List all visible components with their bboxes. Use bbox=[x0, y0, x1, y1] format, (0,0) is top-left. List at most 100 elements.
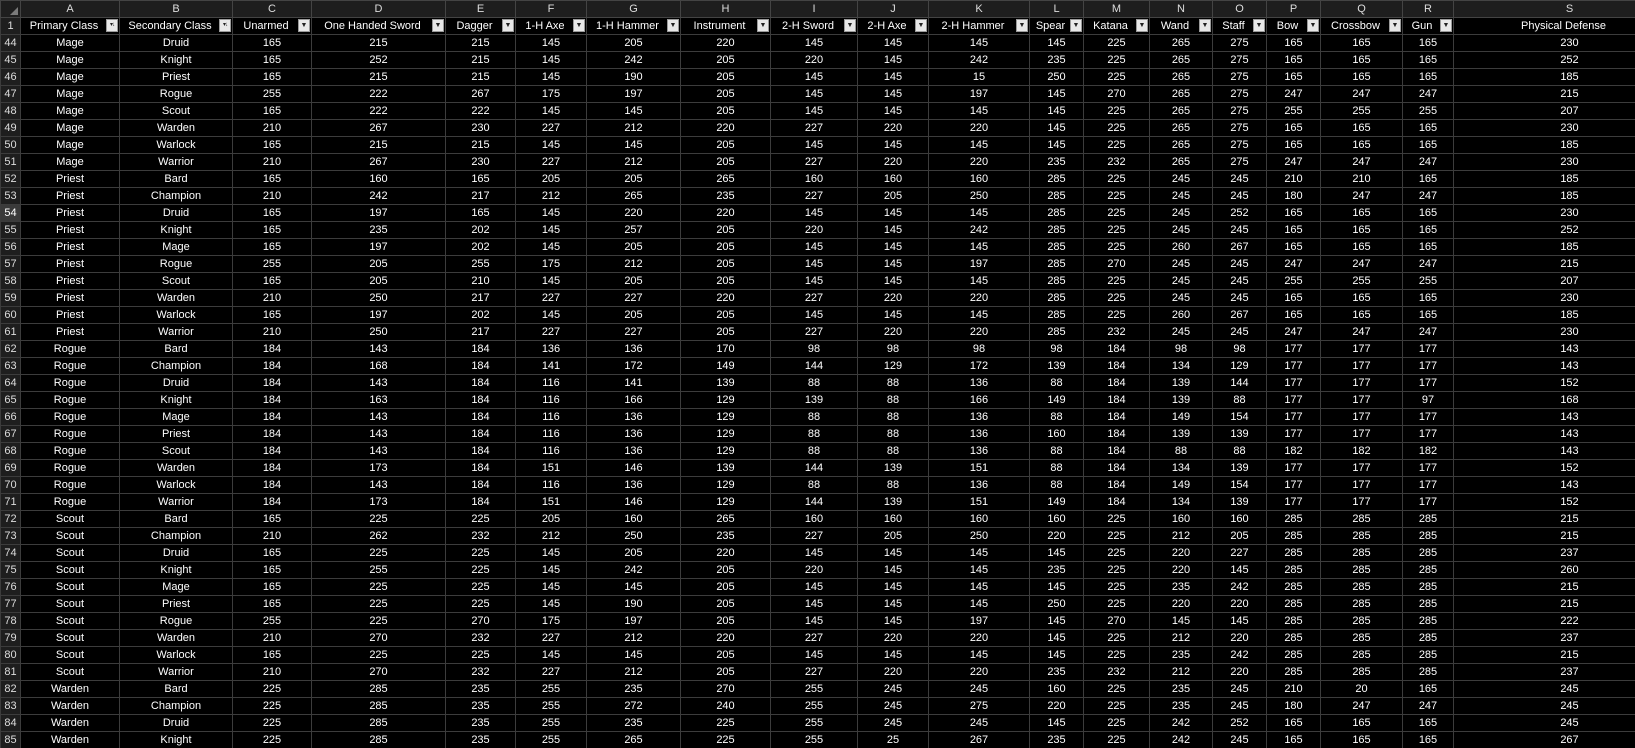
table-cell[interactable]: 136 bbox=[928, 476, 1030, 494]
table-cell[interactable]: 210 bbox=[232, 153, 312, 171]
table-cell[interactable]: Scout bbox=[20, 578, 120, 596]
table-cell[interactable]: 225 bbox=[445, 646, 516, 664]
table-cell[interactable]: 185 bbox=[1453, 136, 1635, 154]
table-cell[interactable]: 215 bbox=[445, 34, 516, 52]
table-cell[interactable]: 184 bbox=[1083, 340, 1150, 358]
table-cell[interactable]: 240 bbox=[680, 697, 771, 715]
table-cell[interactable]: 165 bbox=[1266, 204, 1321, 222]
table-cell[interactable]: 220 bbox=[680, 544, 771, 562]
table-cell[interactable]: 225 bbox=[232, 714, 312, 732]
table-cell[interactable]: Mage bbox=[119, 408, 233, 426]
table-cell[interactable]: 275 bbox=[1212, 34, 1267, 52]
table-cell[interactable]: 285 bbox=[1029, 289, 1084, 307]
table-cell[interactable]: Rogue bbox=[20, 374, 120, 392]
row-number[interactable]: 79 bbox=[0, 629, 21, 647]
table-cell[interactable]: 149 bbox=[1149, 476, 1213, 494]
table-cell[interactable]: 177 bbox=[1402, 459, 1454, 477]
row-number[interactable]: 55 bbox=[0, 221, 21, 239]
table-cell[interactable]: 220 bbox=[857, 289, 929, 307]
table-cell[interactable]: 160 bbox=[928, 510, 1030, 528]
table-cell[interactable]: 145 bbox=[770, 272, 858, 290]
table-cell[interactable]: 184 bbox=[1083, 374, 1150, 392]
table-cell[interactable]: 242 bbox=[928, 51, 1030, 69]
table-cell[interactable]: 285 bbox=[1266, 629, 1321, 647]
table-cell[interactable]: Priest bbox=[20, 272, 120, 290]
column-letter-g[interactable]: G bbox=[586, 0, 681, 18]
table-cell[interactable]: Scout bbox=[20, 612, 120, 630]
table-cell[interactable]: 152 bbox=[1453, 459, 1635, 477]
table-cell[interactable]: 265 bbox=[1149, 153, 1213, 171]
table-cell[interactable]: 129 bbox=[680, 476, 771, 494]
table-cell[interactable]: 116 bbox=[515, 408, 587, 426]
table-cell[interactable]: 165 bbox=[232, 544, 312, 562]
table-cell[interactable]: 250 bbox=[311, 289, 446, 307]
table-cell[interactable]: 139 bbox=[1212, 425, 1267, 443]
table-cell[interactable]: 177 bbox=[1266, 340, 1321, 358]
table-cell[interactable]: 145 bbox=[515, 578, 587, 596]
table-cell[interactable]: 245 bbox=[1212, 255, 1267, 273]
table-cell[interactable]: 217 bbox=[445, 323, 516, 341]
table-cell[interactable]: 250 bbox=[928, 527, 1030, 545]
table-cell[interactable]: 205 bbox=[857, 527, 929, 545]
column-header-cell[interactable]: 2-H Sword ▼ bbox=[770, 17, 858, 35]
table-cell[interactable]: 88 bbox=[1212, 442, 1267, 460]
table-cell[interactable]: 98 bbox=[1149, 340, 1213, 358]
table-cell[interactable]: Bard bbox=[119, 680, 233, 698]
row-number[interactable]: 45 bbox=[0, 51, 21, 69]
table-cell[interactable]: 225 bbox=[311, 646, 446, 664]
table-cell[interactable]: 165 bbox=[1402, 238, 1454, 256]
table-cell[interactable]: 285 bbox=[1266, 663, 1321, 681]
table-cell[interactable]: 227 bbox=[770, 527, 858, 545]
table-cell[interactable]: Priest bbox=[119, 595, 233, 613]
table-cell[interactable]: 139 bbox=[1149, 374, 1213, 392]
table-cell[interactable]: 145 bbox=[770, 544, 858, 562]
table-cell[interactable]: 230 bbox=[1453, 323, 1635, 341]
column-header-cell[interactable]: Physical Defense▼ bbox=[1453, 17, 1635, 35]
table-cell[interactable]: 145 bbox=[515, 646, 587, 664]
table-cell[interactable]: 145 bbox=[928, 544, 1030, 562]
table-cell[interactable]: 165 bbox=[232, 102, 312, 120]
table-cell[interactable]: 205 bbox=[1212, 527, 1267, 545]
table-cell[interactable]: Rogue bbox=[20, 391, 120, 409]
table-cell[interactable]: 205 bbox=[680, 255, 771, 273]
table-cell[interactable]: 230 bbox=[445, 153, 516, 171]
table-cell[interactable]: 139 bbox=[857, 493, 929, 511]
table-cell[interactable]: 165 bbox=[1320, 68, 1403, 86]
table-cell[interactable]: 184 bbox=[232, 459, 312, 477]
table-cell[interactable]: 145 bbox=[770, 595, 858, 613]
table-cell[interactable]: 145 bbox=[928, 306, 1030, 324]
table-cell[interactable]: 227 bbox=[770, 153, 858, 171]
table-cell[interactable]: 227 bbox=[515, 663, 587, 681]
table-cell[interactable]: 97 bbox=[1402, 391, 1454, 409]
table-cell[interactable]: Warden bbox=[20, 697, 120, 715]
table-cell[interactable]: 165 bbox=[1402, 119, 1454, 137]
table-cell[interactable]: 275 bbox=[1212, 136, 1267, 154]
row-number[interactable]: 78 bbox=[0, 612, 21, 630]
table-cell[interactable]: 265 bbox=[586, 187, 681, 205]
table-cell[interactable]: 225 bbox=[311, 612, 446, 630]
table-cell[interactable]: 98 bbox=[928, 340, 1030, 358]
table-cell[interactable]: 275 bbox=[1212, 153, 1267, 171]
table-cell[interactable]: 220 bbox=[928, 119, 1030, 137]
table-cell[interactable]: 285 bbox=[1402, 595, 1454, 613]
table-cell[interactable]: 210 bbox=[232, 663, 312, 681]
table-cell[interactable]: 230 bbox=[1453, 289, 1635, 307]
table-cell[interactable]: 270 bbox=[1083, 255, 1150, 273]
table-cell[interactable]: 265 bbox=[1149, 102, 1213, 120]
table-cell[interactable]: 165 bbox=[1320, 119, 1403, 137]
table-cell[interactable]: 235 bbox=[1149, 680, 1213, 698]
table-cell[interactable]: Priest bbox=[20, 170, 120, 188]
table-cell[interactable]: 265 bbox=[1149, 136, 1213, 154]
table-cell[interactable]: 139 bbox=[1212, 459, 1267, 477]
column-letter-j[interactable]: J bbox=[857, 0, 929, 18]
table-cell[interactable]: 285 bbox=[1029, 306, 1084, 324]
table-cell[interactable]: 145 bbox=[586, 646, 681, 664]
table-cell[interactable]: 225 bbox=[1083, 510, 1150, 528]
table-cell[interactable]: 151 bbox=[515, 459, 587, 477]
table-cell[interactable]: 88 bbox=[1149, 442, 1213, 460]
table-cell[interactable]: Druid bbox=[119, 204, 233, 222]
table-cell[interactable]: 265 bbox=[1149, 68, 1213, 86]
table-cell[interactable]: 225 bbox=[1083, 680, 1150, 698]
table-cell[interactable]: 255 bbox=[1402, 102, 1454, 120]
table-cell[interactable]: 145 bbox=[1029, 119, 1084, 137]
